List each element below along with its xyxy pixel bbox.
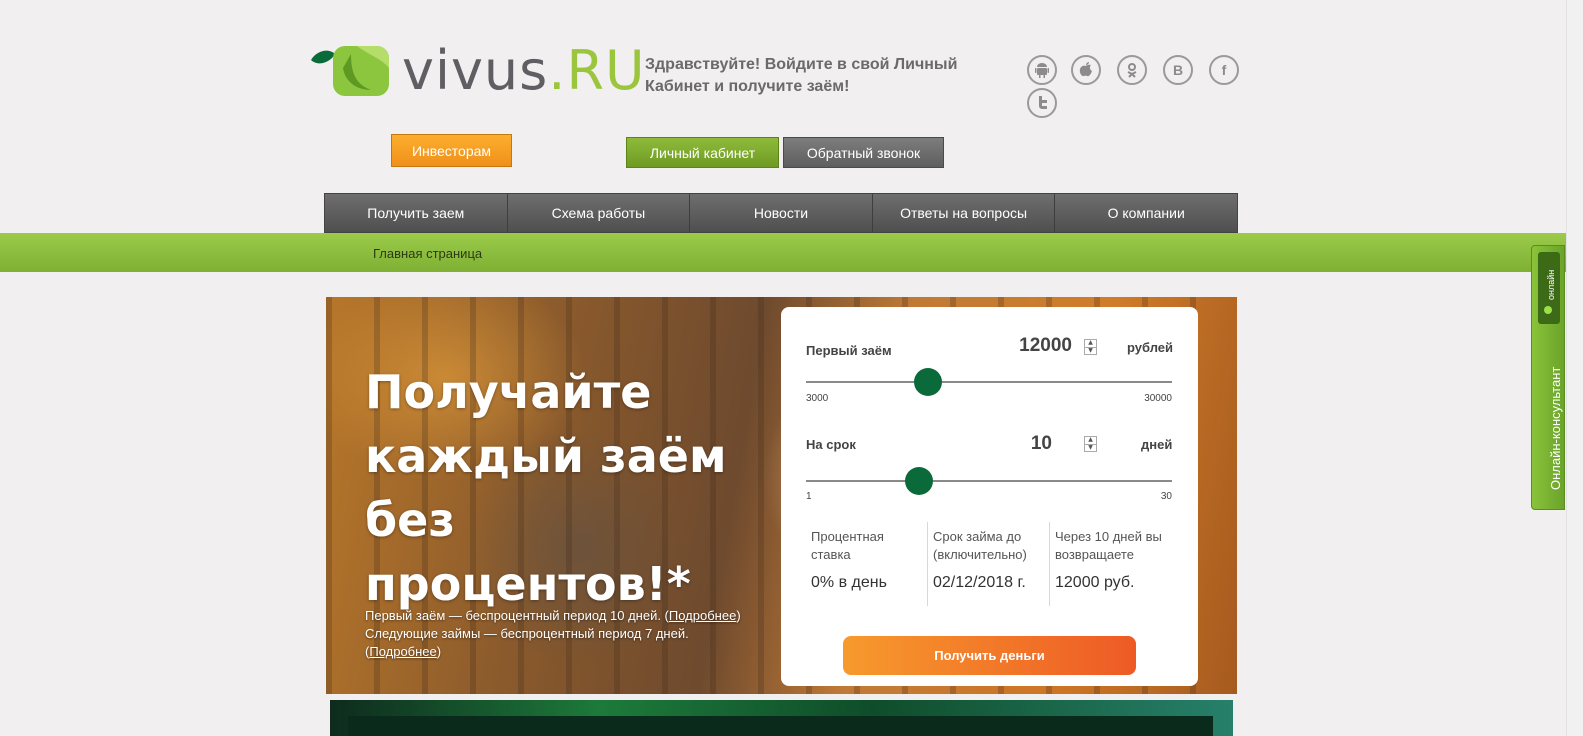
online-consultant-label[interactable]: Онлайн-консультант bbox=[1548, 367, 1563, 490]
term-stepper[interactable]: ▲ ▼ bbox=[1084, 436, 1097, 452]
return-value: 12000 руб. bbox=[1055, 574, 1135, 591]
hero-title-line-2: каждый заём bbox=[365, 429, 727, 483]
amount-slider-handle[interactable] bbox=[913, 368, 942, 396]
until-title: Срок займа до (включительно) bbox=[933, 529, 1027, 562]
divider bbox=[1049, 522, 1050, 606]
breadcrumb[interactable]: Главная страница bbox=[373, 246, 482, 261]
nav-item-news[interactable]: Новости bbox=[690, 194, 873, 232]
vk-glyph: B bbox=[1172, 62, 1184, 78]
logo-main: vivus bbox=[402, 39, 549, 102]
term-unit: дней bbox=[1141, 437, 1173, 452]
until-info: Срок займа до (включительно) 02/12/2018 … bbox=[933, 528, 1045, 592]
nav-item-how-it-works[interactable]: Схема работы bbox=[508, 194, 691, 232]
loan-calculator bbox=[781, 307, 1198, 686]
amount-slider-track[interactable] bbox=[806, 381, 1172, 383]
rate-title: Процентная ставка bbox=[811, 529, 884, 562]
nav-item-get-loan[interactable]: Получить заем bbox=[325, 194, 508, 232]
online-dot-icon bbox=[1544, 306, 1552, 314]
amount-label: Первый заём bbox=[806, 340, 892, 359]
rate-value: 0% в день bbox=[811, 574, 887, 591]
vkontakte-icon[interactable]: B bbox=[1163, 55, 1193, 85]
term-value[interactable]: 10 bbox=[1012, 433, 1052, 455]
return-title: Через 10 дней вы возвращаете bbox=[1055, 529, 1162, 562]
term-slider-track[interactable] bbox=[806, 480, 1172, 482]
divider bbox=[927, 522, 928, 606]
logo-text[interactable]: vivus.RU bbox=[402, 40, 646, 102]
scrollbar[interactable] bbox=[1566, 0, 1583, 736]
greeting-text: Здравствуйте! Войдите в свой Личный Каби… bbox=[645, 56, 958, 95]
investors-button[interactable]: Инвесторам bbox=[391, 134, 512, 167]
odnoklassniki-icon[interactable] bbox=[1117, 55, 1147, 85]
note-first-loan: Первый заём — беспроцентный период 10 дн… bbox=[365, 608, 669, 623]
apple-icon[interactable] bbox=[1071, 55, 1101, 85]
decrement-icon[interactable]: ▼ bbox=[1085, 444, 1096, 452]
term-min: 1 bbox=[806, 491, 812, 502]
amount-max: 30000 bbox=[1144, 393, 1172, 404]
logo-mark[interactable] bbox=[311, 44, 391, 96]
hero-title-line-3: без процентов!* bbox=[365, 493, 691, 611]
term-label: На срок bbox=[806, 437, 856, 452]
amount-stepper[interactable]: ▲ ▼ bbox=[1084, 339, 1097, 355]
fb-glyph: f bbox=[1221, 62, 1227, 78]
callback-button[interactable]: Обратный звонок bbox=[783, 137, 944, 168]
get-money-button[interactable]: Получить деньги bbox=[843, 636, 1136, 675]
twitter-icon[interactable] bbox=[1027, 88, 1057, 118]
amount-value[interactable]: 12000 bbox=[1012, 335, 1072, 357]
details-link-2[interactable]: Подробнее bbox=[369, 644, 436, 659]
online-status-text: онлайн bbox=[1546, 269, 1556, 300]
nav-item-about[interactable]: О компании bbox=[1055, 194, 1237, 232]
amount-min: 3000 bbox=[806, 393, 829, 404]
details-link-1[interactable]: Подробнее bbox=[669, 608, 736, 623]
promo-banner-inner bbox=[348, 716, 1213, 736]
logo-suffix: .RU bbox=[548, 39, 646, 102]
breadcrumb-bar bbox=[0, 233, 1583, 272]
android-icon[interactable] bbox=[1027, 55, 1057, 85]
rate-info: Процентная ставка 0% в день bbox=[811, 528, 921, 592]
term-max: 30 bbox=[1160, 491, 1172, 502]
nav-item-faq[interactable]: Ответы на вопросы bbox=[873, 194, 1056, 232]
hero-title: Получайте каждый заём без процентов!* bbox=[365, 360, 785, 616]
hero-note: Первый заём — беспроцентный период 10 дн… bbox=[365, 608, 741, 659]
until-value: 02/12/2018 г. bbox=[933, 574, 1026, 591]
personal-cabinet-button[interactable]: Личный кабинет bbox=[626, 137, 779, 168]
main-nav: Получить заем Схема работы Новости Ответ… bbox=[324, 193, 1238, 233]
facebook-icon[interactable]: f bbox=[1209, 55, 1239, 85]
hero-title-line-1: Получайте bbox=[365, 365, 652, 419]
return-info: Через 10 дней вы возвращаете 12000 руб. bbox=[1055, 528, 1180, 592]
amount-unit: рублей bbox=[1127, 340, 1174, 355]
decrement-icon[interactable]: ▼ bbox=[1085, 347, 1096, 355]
